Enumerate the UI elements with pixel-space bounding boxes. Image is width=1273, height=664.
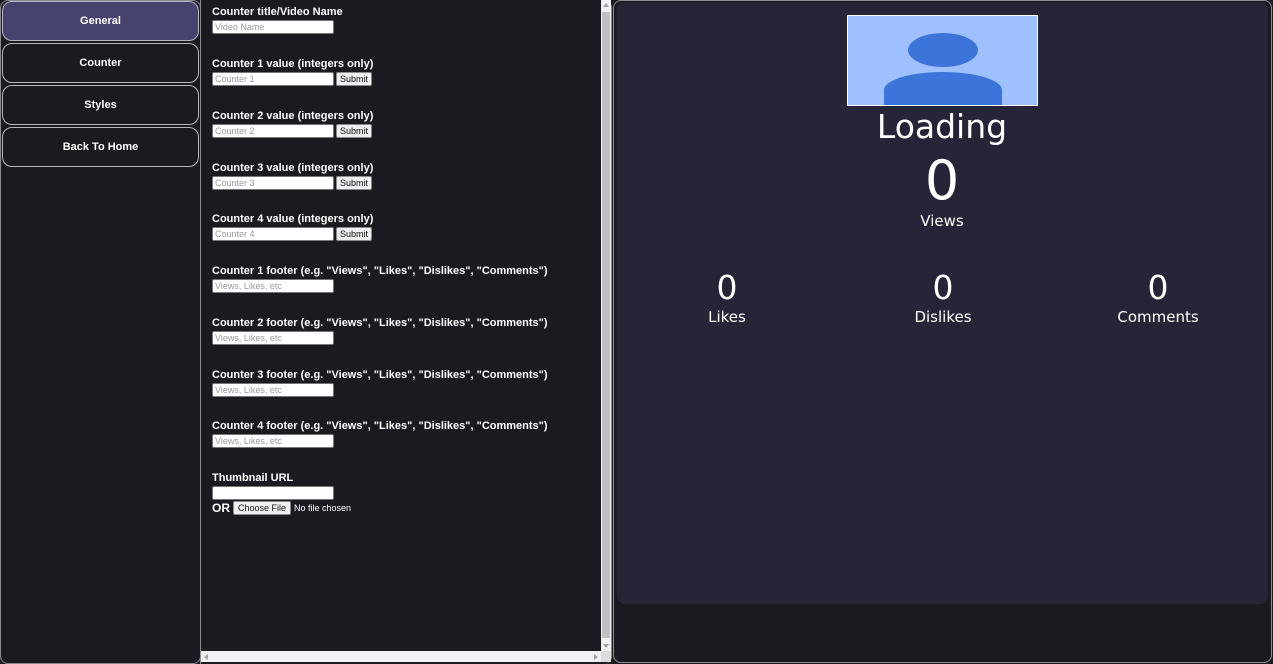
sub-counter-value: 0 (716, 268, 738, 307)
or-label: OR (212, 501, 230, 515)
scrollbar-corner (601, 651, 611, 662)
scrollbar-thumb[interactable] (602, 12, 610, 638)
counter-3-footer-input[interactable] (212, 383, 334, 397)
thumbnail-url-input[interactable] (212, 486, 334, 500)
counter-1-submit-button[interactable]: Submit (336, 72, 373, 86)
vertical-scrollbar[interactable] (601, 0, 611, 651)
counter-3-value-group: Counter 3 value (integers only) Submit (212, 162, 600, 190)
settings-form: Counter title/Video Name Counter 1 value… (212, 0, 600, 650)
sub-counter-footer: Comments (1117, 308, 1199, 326)
counter-4-value-group: Counter 4 value (integers only) Submit (212, 213, 600, 241)
sidebar-item-label: Counter (79, 57, 122, 69)
main-counter-footer: Views (920, 212, 964, 230)
counter-1-value-label: Counter 1 value (integers only) (212, 58, 374, 70)
sidebar: General Counter Styles Back To Home (0, 0, 201, 664)
video-name-input[interactable] (212, 20, 334, 34)
counter-4-footer-input[interactable] (212, 434, 334, 448)
counter-4-footer-label: Counter 4 footer (e.g. "Views", "Likes",… (212, 420, 548, 432)
sidebar-item-label: General (80, 15, 121, 27)
sidebar-item-label: Styles (84, 99, 117, 111)
sidebar-item-label: Back To Home (62, 141, 139, 153)
counter-2-submit-button[interactable]: Submit (336, 124, 373, 138)
counter-4-submit-button[interactable]: Submit (336, 227, 373, 241)
file-status-text: No file chosen (294, 503, 352, 513)
counter-4-footer-group: Counter 4 footer (e.g. "Views", "Likes",… (212, 420, 600, 448)
title-field-label: Counter title/Video Name (212, 6, 343, 18)
sub-counter-value: 0 (1147, 268, 1169, 307)
horizontal-scrollbar[interactable] (201, 651, 601, 662)
counter-2-footer-input[interactable] (212, 331, 334, 345)
counter-3-footer-label: Counter 3 footer (e.g. "Views", "Likes",… (212, 369, 548, 381)
counter-3-value-label: Counter 3 value (integers only) (212, 162, 374, 174)
settings-panel: Counter title/Video Name Counter 1 value… (200, 0, 612, 664)
scroll-left-arrow-icon[interactable] (204, 654, 208, 660)
counter-3-input[interactable] (212, 176, 334, 190)
scroll-right-arrow-icon[interactable] (594, 654, 598, 660)
counter-1-input[interactable] (212, 72, 334, 86)
sidebar-item-styles[interactable]: Styles (2, 85, 199, 125)
sub-counter-footer: Dislikes (914, 308, 972, 326)
avatar-body-icon (884, 72, 1002, 105)
sub-counter-footer: Likes (708, 308, 746, 326)
sub-counter-dislikes: 0 Dislikes (843, 268, 1043, 326)
video-thumbnail (847, 15, 1038, 106)
counter-2-value-group: Counter 2 value (integers only) Submit (212, 110, 600, 138)
thumbnail-group: Thumbnail URL OR Choose File No file cho… (212, 472, 600, 515)
main-counter-value: 0 (924, 149, 960, 212)
counter-4-input[interactable] (212, 227, 334, 241)
counter-2-footer-group: Counter 2 footer (e.g. "Views", "Likes",… (212, 317, 600, 345)
counter-4-value-label: Counter 4 value (integers only) (212, 213, 374, 225)
scroll-down-arrow-icon[interactable] (603, 644, 609, 648)
sidebar-item-back-to-home[interactable]: Back To Home (2, 127, 199, 167)
counter-3-footer-group: Counter 3 footer (e.g. "Views", "Likes",… (212, 369, 600, 397)
counter-2-input[interactable] (212, 124, 334, 138)
choose-file-button[interactable]: Choose File (233, 501, 292, 515)
counter-1-footer-input[interactable] (212, 279, 334, 293)
sub-counter-comments: 0 Comments (1058, 268, 1258, 326)
counter-2-footer-label: Counter 2 footer (e.g. "Views", "Likes",… (212, 317, 548, 329)
counter-1-value-group: Counter 1 value (integers only) Submit (212, 58, 600, 86)
title-field-group: Counter title/Video Name (212, 6, 600, 34)
sidebar-item-general[interactable]: General (2, 1, 199, 41)
avatar-head-icon (908, 33, 978, 67)
app-root: General Counter Styles Back To Home Coun… (0, 0, 1273, 664)
counter-1-footer-label: Counter 1 footer (e.g. "Views", "Likes",… (212, 265, 548, 277)
counter-3-submit-button[interactable]: Submit (336, 176, 373, 190)
thumbnail-url-label: Thumbnail URL (212, 472, 294, 484)
counter-1-footer-group: Counter 1 footer (e.g. "Views", "Likes",… (212, 265, 600, 293)
sidebar-item-counter[interactable]: Counter (2, 43, 199, 83)
scroll-up-arrow-icon[interactable] (603, 3, 609, 7)
preview-title: Loading (876, 107, 1008, 146)
counter-2-value-label: Counter 2 value (integers only) (212, 110, 374, 122)
sub-counter-likes: 0 Likes (627, 268, 827, 326)
sub-counter-value: 0 (932, 268, 954, 307)
